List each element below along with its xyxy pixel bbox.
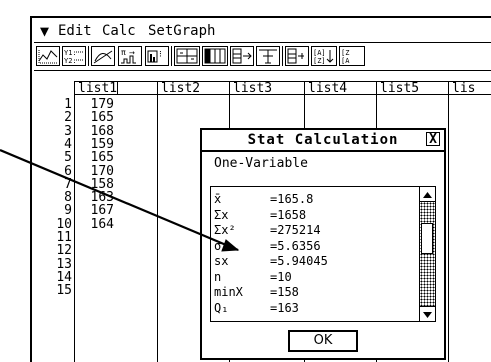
- result-label: Q₁: [214, 300, 229, 315]
- svg-text:[Z: [Z: [341, 49, 349, 57]
- result-value: =163: [270, 300, 299, 315]
- menu-calc[interactable]: Calc: [102, 20, 136, 42]
- svg-text:[Z]: [Z]: [313, 57, 326, 65]
- result-value: =10: [270, 269, 292, 284]
- result-row: Σx² =275214: [214, 224, 414, 236]
- result-label: minX: [214, 285, 243, 299]
- result-value: =1658: [270, 207, 307, 222]
- header-list6[interactable]: lis: [448, 81, 491, 96]
- menu-edit[interactable]: Edit: [58, 20, 92, 42]
- scroll-up-icon[interactable]: [420, 187, 435, 201]
- result-label: Σx: [214, 207, 229, 222]
- graph-window-icon[interactable]: [36, 46, 60, 66]
- svg-text:⁝: ⁝: [159, 50, 162, 60]
- result-row: x̄ =165.8: [214, 193, 414, 205]
- result-row: Q₁ =163: [214, 302, 414, 314]
- close-icon[interactable]: X: [426, 132, 440, 146]
- svg-text:[A: [A: [341, 57, 350, 65]
- scroll-thumb[interactable]: [421, 222, 433, 254]
- sort-icon[interactable]: [230, 46, 254, 66]
- dialog-title: Stat Calculation: [202, 130, 444, 152]
- result-row: n =10: [214, 271, 414, 283]
- results-scrollbar[interactable]: [419, 187, 435, 321]
- ok-button[interactable]: OK: [288, 330, 358, 352]
- row-number: 5: [64, 150, 72, 165]
- result-value: =5.6356: [270, 238, 321, 253]
- header-list5[interactable]: list5: [376, 81, 448, 96]
- menu-setgraph[interactable]: SetGraph: [148, 20, 215, 42]
- result-row: Σx =1658: [214, 209, 414, 221]
- header-list3[interactable]: list3: [229, 81, 304, 96]
- dialog-subtitle: One-Variable: [214, 156, 308, 171]
- split-view-icon[interactable]: [174, 46, 200, 66]
- result-label: n: [214, 269, 222, 284]
- sort-asc-icon[interactable]: [Z [A: [339, 46, 365, 66]
- result-label: sx: [214, 254, 229, 268]
- list1-cell[interactable]: 164: [74, 218, 114, 231]
- header-list4[interactable]: list4: [304, 81, 376, 96]
- scroll-track[interactable]: [420, 201, 435, 307]
- calculator-screen: ▼ Edit Calc SetGraph Y1: Y2: π → ⁝ [A] […: [30, 16, 491, 362]
- result-value: =275214: [270, 223, 321, 237]
- scroll-down-icon[interactable]: [420, 307, 435, 321]
- row-number: 2: [64, 110, 72, 125]
- result-value: =158: [270, 285, 299, 299]
- svg-text:Y2:: Y2:: [64, 57, 77, 65]
- y-equals-icon[interactable]: Y1: Y2:: [62, 46, 86, 66]
- stat-graph-icon[interactable]: ⁝: [145, 46, 169, 66]
- row-number: 12: [56, 243, 72, 258]
- list1-cell[interactable]: 165: [74, 111, 114, 124]
- result-label: σx: [214, 238, 229, 253]
- insert-row-icon[interactable]: [256, 46, 280, 66]
- result-value: =5.94045: [270, 254, 328, 268]
- stat-calculation-dialog: Stat Calculation X One-Variable x̄ =165.8…: [200, 128, 446, 360]
- header-spacer: [117, 81, 157, 95]
- result-label: x̄: [214, 192, 222, 206]
- results-list[interactable]: x̄ =165.8 Σx =1658 Σx² =275214 σx =5.6356 sx =5.9…: [210, 186, 436, 322]
- insert-col-icon[interactable]: [285, 46, 309, 66]
- svg-text:Y1:: Y1:: [64, 49, 77, 57]
- svg-text:[A]: [A]: [313, 49, 326, 57]
- result-label: Σx²: [214, 223, 236, 237]
- result-value: =165.8: [270, 192, 314, 206]
- header-list1[interactable]: list1: [74, 81, 117, 96]
- result-row: σx =5.6356: [214, 240, 414, 252]
- menu-bar: ▼ Edit Calc SetGraph: [34, 20, 491, 43]
- menu-dropdown-icon[interactable]: ▼: [40, 20, 49, 42]
- result-row: minX =158: [214, 286, 414, 298]
- row-number: 15: [56, 283, 72, 298]
- svg-text:π: π: [121, 48, 126, 57]
- row-number: 9: [64, 203, 72, 218]
- list1-cell[interactable]: 167: [74, 204, 114, 217]
- list1-cell[interactable]: 165: [74, 151, 114, 164]
- header-list2[interactable]: list2: [157, 81, 229, 96]
- grid-icon[interactable]: [202, 46, 228, 66]
- result-row: sx =5.94045: [214, 255, 414, 267]
- conic-icon[interactable]: [91, 46, 115, 66]
- toolbar: Y1: Y2: π → ⁝ [A] [Z] [Z [A: [34, 43, 491, 71]
- add-list-icon[interactable]: [A] [Z]: [311, 46, 337, 66]
- stat-calc-icon[interactable]: π →: [118, 46, 142, 66]
